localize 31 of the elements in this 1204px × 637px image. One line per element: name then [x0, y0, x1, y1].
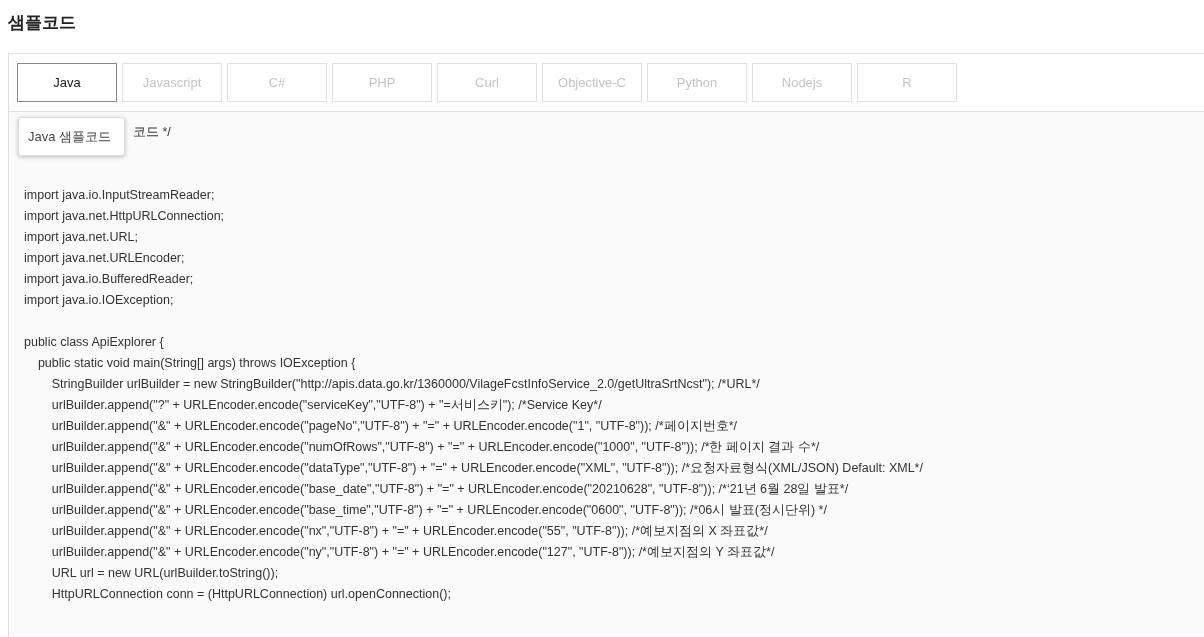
language-tab[interactable]: Objective-C [542, 63, 642, 102]
code-line: import java.net.URLEncoder; [24, 250, 185, 267]
code-line: urlBuilder.append("&" + URLEncoder.encode("base_date","UTF-8") + "=" + URLEncoder.encode("20210628", "UTF-8")); /*‘21년 6월 28일 발표*/ [50, 481, 849, 498]
language-tab[interactable]: R [857, 63, 957, 102]
language-tab[interactable]: C# [227, 63, 327, 102]
code-line: urlBuilder.append("?" + URLEncoder.encode("serviceKey","UTF-8") + "=서비스키"); /*Service Key*/ [50, 397, 602, 414]
code-line: urlBuilder.append("&" + URLEncoder.encode("numOfRows","UTF-8") + "=" + URLEncoder.encode("1000", "UTF-8")); /*한 페이지 결과 수*/ [50, 439, 820, 456]
code-line: urlBuilder.append("&" + URLEncoder.encode("dataType","UTF-8") + "=" + URLEncoder.encode("XML", "UTF-8")); /*요청자료형식(XML/JSON) Default: XML*/ [50, 460, 923, 477]
code-line: public static void main(String[] args) throws IOException { [36, 355, 356, 372]
code-line: urlBuilder.append("&" + URLEncoder.encode("base_time","UTF-8") + "=" + URLEncoder.encode("0600", "UTF-8")); /*06시 발표(정시단위) */ [50, 502, 827, 519]
code-line: import java.io.InputStreamReader; [24, 187, 215, 204]
language-tab[interactable]: Java [17, 63, 117, 102]
language-tab[interactable]: PHP [332, 63, 432, 102]
code-line: urlBuilder.append("&" + URLEncoder.encode("nx","UTF-8") + "=" + URLEncoder.encode("55", "UTF-8")); /*예보지점의 X 좌표값*/ [50, 523, 768, 540]
code-line: urlBuilder.append("&" + URLEncoder.encode("pageNo","UTF-8") + "=" + URLEncoder.encode("1", "UTF-8")); /*페이지번호*/ [50, 418, 737, 435]
code-line: urlBuilder.append("&" + URLEncoder.encode("ny","UTF-8") + "=" + URLEncoder.encode("127", "UTF-8")); /*예보지점의 Y 좌표값*/ [50, 544, 775, 561]
code-line: StringBuilder urlBuilder = new StringBuilder("http://apis.data.go.kr/1360000/VilageFcstInfoService_2.0/getUltraSrtNcst"); /*URL*/ [50, 376, 760, 393]
language-tab[interactable]: Javascript [122, 63, 222, 102]
code-line: HttpURLConnection conn = (HttpURLConnection) url.openConnection(); [50, 586, 451, 603]
language-tab[interactable]: Curl [437, 63, 537, 102]
tooltip: Java 샘플코드 [18, 117, 125, 156]
code-line: import java.io.BufferedReader; [24, 271, 194, 288]
code-line: import java.io.IOException; [24, 292, 174, 309]
code-line: 코드 */ [133, 124, 171, 141]
language-tab[interactable]: Python [647, 63, 747, 102]
code-line: import java.net.URL; [24, 229, 138, 246]
language-tab[interactable]: Nodejs [752, 63, 852, 102]
code-line: URL url = new URL(urlBuilder.toString()); [50, 565, 279, 582]
code-line: public class ApiExplorer { [24, 334, 164, 351]
code-line: import java.net.HttpURLConnection; [24, 208, 225, 225]
section-title: 샘플코드 [8, 12, 76, 34]
